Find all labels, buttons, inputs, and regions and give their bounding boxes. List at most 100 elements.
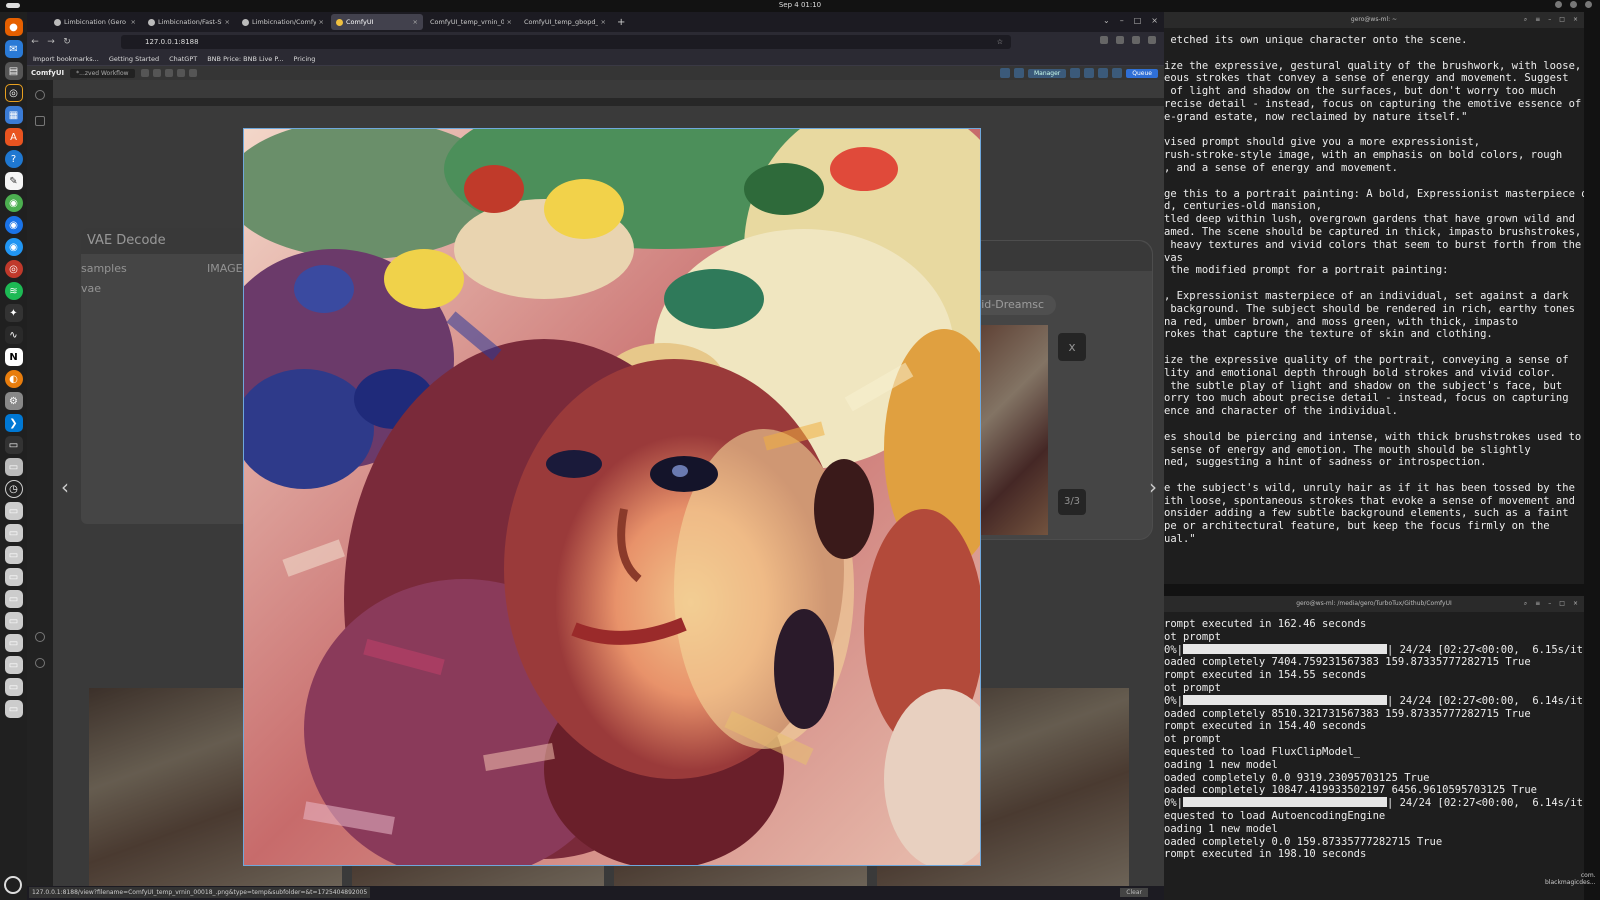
history-icon[interactable] — [35, 90, 45, 100]
settings-app-icon[interactable]: ⚙ — [4, 392, 23, 410]
close-window-icon[interactable]: × — [1573, 12, 1578, 28]
show-apps-icon[interactable] — [4, 876, 22, 894]
disk-icon[interactable]: ▭ — [4, 458, 23, 476]
drive-icon[interactable]: ▭ — [4, 678, 23, 696]
notion-icon[interactable]: N — [4, 348, 23, 366]
extension-icon[interactable] — [1116, 36, 1124, 44]
clipboard-icon[interactable] — [176, 69, 185, 77]
forward-icon[interactable]: → — [43, 37, 59, 47]
close-tab-icon[interactable]: × — [319, 18, 324, 26]
terminal-output[interactable]: etched its own unique character onto the… — [1164, 28, 1584, 546]
bookmark-star-icon[interactable]: ☆ — [997, 35, 1003, 49]
account-icon[interactable] — [1132, 36, 1140, 44]
tab-limbicnation-profile[interactable]: Limbicnation (Gero Doll)× — [49, 14, 141, 30]
app-center-icon[interactable]: A — [4, 128, 23, 146]
activities-button[interactable] — [6, 3, 20, 8]
firefox-icon[interactable]: ● — [4, 18, 23, 36]
tab-temp-image-1[interactable]: ComfyUI_temp_vrnin_0001× — [425, 14, 517, 30]
vscode-icon[interactable]: ❯ — [4, 414, 23, 432]
chromium-icon[interactable]: ◉ — [4, 216, 23, 234]
next-image-icon[interactable]: › — [1149, 475, 1157, 499]
back-icon[interactable]: ← — [27, 37, 43, 47]
drive-icon[interactable]: ▭ — [4, 502, 23, 520]
close-tab-icon[interactable]: × — [601, 18, 606, 26]
extension-icon[interactable] — [1084, 68, 1095, 78]
maximize-icon[interactable]: □ — [1559, 12, 1565, 28]
text-editor-icon[interactable]: ▦ — [4, 106, 23, 124]
maximize-icon[interactable]: □ — [1559, 596, 1565, 612]
queue-button[interactable]: Queue — [1126, 68, 1158, 78]
system-tray[interactable] — [1555, 1, 1592, 8]
save-icon[interactable] — [140, 69, 149, 77]
terminal-icon[interactable]: ▭ — [4, 436, 23, 454]
bookmark-import[interactable]: Import bookmarks... — [33, 55, 99, 63]
browser-icon[interactable]: ◉ — [4, 238, 23, 256]
minimize-icon[interactable]: – — [1120, 16, 1124, 25]
drive-icon[interactable]: ▭ — [4, 656, 23, 674]
drive-icon[interactable]: ▭ — [4, 546, 23, 564]
system-clock[interactable]: Sep 4 01:10 — [779, 1, 821, 9]
chrome-icon[interactable]: ◉ — [4, 194, 23, 212]
refresh-icon[interactable] — [164, 69, 173, 77]
theme-toggle-icon[interactable] — [35, 632, 45, 642]
opera-icon[interactable]: ◎ — [4, 260, 23, 278]
minimize-icon[interactable]: – — [1548, 12, 1551, 28]
tab-list-icon[interactable]: ⌄ — [1103, 16, 1110, 25]
graph-icon[interactable] — [999, 68, 1010, 78]
thunderbird-icon[interactable]: ✉ — [4, 40, 23, 58]
url-bar[interactable]: 127.0.0.1:8188 ☆ — [121, 35, 1011, 49]
new-tab-button[interactable]: + — [617, 17, 625, 28]
search-icon[interactable]: ⌕ — [1524, 596, 1527, 612]
notes-icon[interactable]: ✎ — [4, 172, 23, 190]
power-icon[interactable] — [1585, 1, 1592, 8]
close-tab-icon[interactable]: × — [131, 18, 136, 26]
network-icon[interactable] — [1555, 1, 1562, 8]
close-tab-icon[interactable]: × — [413, 18, 418, 26]
bookmark-chatgpt[interactable]: ChatGPT — [169, 55, 197, 63]
tab-comfyui[interactable]: ComfyUI × — [331, 14, 423, 30]
pocket-icon[interactable] — [1100, 36, 1108, 44]
bookmark-bnb-price[interactable]: BNB Price: BNB Live P... — [207, 55, 283, 63]
lightbox-image[interactable] — [243, 128, 981, 866]
previous-image-icon[interactable]: ‹ — [61, 475, 69, 499]
terminal-window-prompt[interactable]: gero@ws-ml: ~ ⌕ ≡ – □ × etched its own u… — [1164, 12, 1584, 584]
close-window-icon[interactable]: × — [1573, 596, 1578, 612]
volume-icon[interactable] — [1570, 1, 1577, 8]
share-icon[interactable] — [1070, 68, 1081, 78]
terminal-output[interactable]: rompt executed in 162.46 seconds ot promp… — [1164, 612, 1584, 861]
minimize-icon[interactable]: – — [1548, 596, 1551, 612]
close-tab-icon[interactable]: × — [507, 18, 512, 26]
arrow-icon[interactable] — [1098, 68, 1109, 78]
settings-icon[interactable] — [35, 658, 45, 668]
help-icon[interactable]: ? — [4, 150, 23, 168]
clock-app-icon[interactable]: ◷ — [4, 480, 23, 498]
davinci-icon[interactable]: ✦ — [4, 304, 23, 322]
stop-square-icon[interactable] — [1013, 68, 1024, 78]
spotify-icon[interactable]: ≋ — [4, 282, 23, 300]
search-icon[interactable]: ⌕ — [1524, 12, 1527, 28]
clear-button[interactable]: Clear — [1120, 888, 1148, 897]
manager-button[interactable]: Manager — [1027, 68, 1067, 78]
maximize-icon[interactable]: □ — [1134, 16, 1142, 25]
bookmark-getting-started[interactable]: Getting Started — [109, 55, 159, 63]
monitor-icon[interactable]: ∿ — [4, 326, 23, 344]
blender-icon[interactable]: ◐ — [4, 370, 23, 388]
queue-list-icon[interactable] — [35, 116, 45, 126]
trash-icon[interactable]: ▭ — [4, 700, 23, 718]
workflow-tab[interactable]: *...zved Workflow — [70, 68, 135, 78]
tab-comfyui-nodes[interactable]: Limbicnation/ComfyUINo× — [237, 14, 329, 30]
usb-drive-icon[interactable]: ▭ — [4, 590, 23, 608]
drive-icon[interactable]: ▭ — [4, 634, 23, 652]
terminal-window-comfyui-log[interactable]: gero@ws-ml: /media/gero/TurboTux/Github/… — [1164, 596, 1584, 900]
comfyui-logo[interactable]: ComfyUI — [31, 69, 64, 77]
bookmark-pricing[interactable]: Pricing — [293, 55, 315, 63]
tab-fast-style[interactable]: Limbicnation/Fast-Style-T× — [143, 14, 235, 30]
usb-drive-icon[interactable]: ▭ — [4, 568, 23, 586]
history-icon[interactable] — [188, 69, 197, 77]
tab-temp-image-2[interactable]: ComfyUI_temp_gbopd_000× — [519, 14, 611, 30]
drive-icon[interactable]: ▭ — [4, 612, 23, 630]
grid-icon[interactable] — [1112, 68, 1123, 78]
rhythmbox-icon[interactable]: ◎ — [4, 84, 23, 102]
drive-icon[interactable]: ▭ — [4, 524, 23, 542]
menu-icon[interactable]: ≡ — [1535, 596, 1540, 612]
